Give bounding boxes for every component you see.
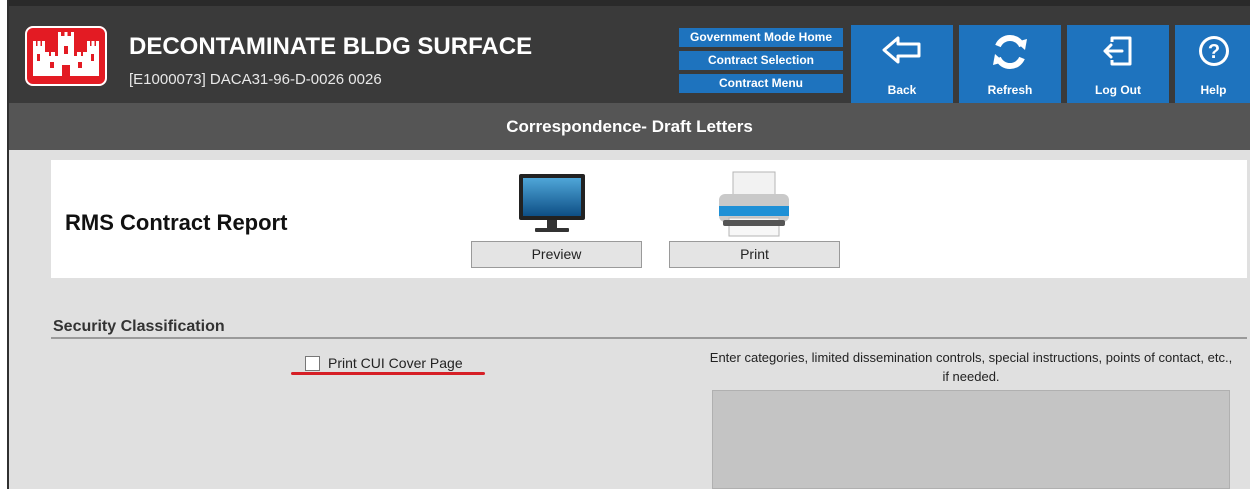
svg-text:?: ? [1207,41,1219,63]
contract-selection-link[interactable]: Contract Selection [679,51,843,70]
refresh-icon [993,35,1027,69]
instructions-textarea[interactable] [712,390,1230,489]
government-mode-home-link[interactable]: Government Mode Home [679,28,843,47]
print-cui-cover-label[interactable]: Print CUI Cover Page [328,355,463,371]
refresh-label: Refresh [987,83,1033,97]
logout-icon [1103,36,1132,66]
back-button[interactable]: Back [851,25,953,103]
preview-button[interactable]: Preview [471,241,642,268]
contract-number: [E1000073] DACA31-96-D-0026 0026 [129,71,382,88]
help-button[interactable]: ? Help [1175,25,1250,103]
arrow-left-icon [882,36,921,64]
print-cui-cover-checkbox[interactable] [305,356,320,371]
monitor-icon [519,174,585,232]
back-label: Back [887,83,917,97]
page-title: Correspondence- Draft Letters [9,103,1250,150]
report-title: RMS Contract Report [65,210,288,235]
help-icon: ? [1198,36,1229,66]
printer-icon [719,171,789,237]
help-label: Help [1200,83,1227,97]
contract-menu-link[interactable]: Contract Menu [679,74,843,93]
print-button[interactable]: Print [669,241,840,268]
header-bar: DECONTAMINATE BLDG SURFACE [E1000073] DA… [9,0,1250,103]
refresh-button[interactable]: Refresh [959,25,1061,103]
log-out-label: Log Out [1095,83,1141,97]
app-window: DECONTAMINATE BLDG SURFACE [E1000073] DA… [7,0,1250,489]
report-panel: RMS Contract Report Preview Print [51,160,1247,278]
instructions-text: Enter categories, limited dissemination … [709,350,1233,384]
security-classification-heading: Security Classification [53,318,225,335]
contract-title: DECONTAMINATE BLDG SURFACE [129,33,533,60]
section-divider [51,337,1247,339]
usace-castle-logo [25,26,107,86]
annotation-underline [291,372,485,375]
log-out-button[interactable]: Log Out [1067,25,1169,103]
